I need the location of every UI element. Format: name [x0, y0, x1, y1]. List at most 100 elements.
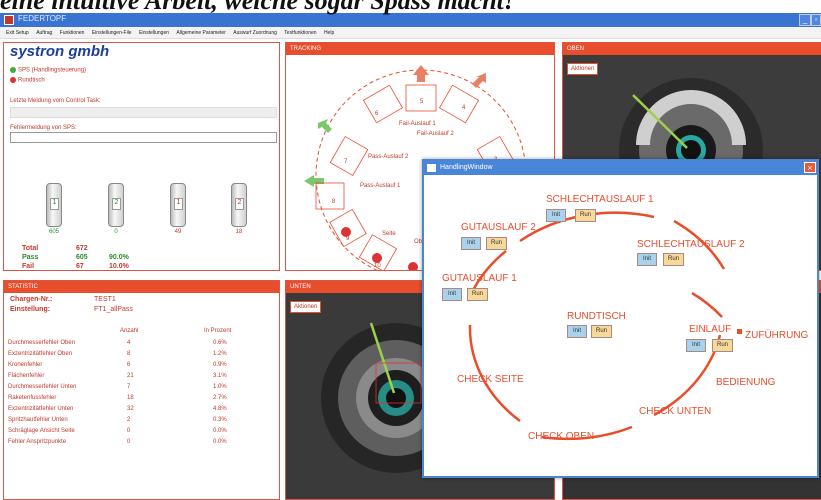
- menu-einstellungen-file[interactable]: Einstellungen-File: [92, 27, 132, 36]
- app-root: eine intuitive Arbeit, welche sogar Spas…: [0, 0, 821, 500]
- run-button[interactable]: Run: [663, 253, 684, 266]
- stat-row: Durchmesserfehler Oben 4 0.6%: [8, 340, 268, 350]
- label-rundtisch: RUNDTISCH: [567, 311, 626, 322]
- menu-exit-setup[interactable]: Exit Setup: [6, 27, 29, 36]
- init-button[interactable]: Init: [567, 325, 587, 338]
- counter-cylinder-1: 1: [46, 183, 62, 227]
- stat-row: Flächenfehler 21 3.1%: [8, 373, 268, 383]
- menu-help[interactable]: Help: [324, 27, 334, 36]
- menu-funktionen[interactable]: Funktionen: [60, 27, 85, 36]
- stat-row: Kronenfehler 6 0.9%: [8, 362, 268, 372]
- stat-row-pct: 0.0%: [213, 439, 227, 445]
- pass-percent: 90.0%: [109, 254, 129, 261]
- stat-row-pct: 0.0%: [213, 428, 227, 434]
- stat-row-name: Spritzhautfehler Unten: [8, 417, 68, 423]
- pass-label: Pass: [22, 254, 39, 261]
- stat-row-count: 2: [127, 417, 131, 423]
- fail-value: 67: [76, 263, 84, 270]
- slot-8: [315, 182, 345, 210]
- stat-row-count: 4: [127, 340, 131, 346]
- stat-row: Durchmesserfehler Unten 7 1.0%: [8, 384, 268, 394]
- stat-row-name: Flächenfehler: [8, 373, 45, 379]
- counter-cylinder-num: 1: [174, 198, 183, 210]
- caption-overlay: eine intuitive Arbeit, welche sogar Spas…: [0, 0, 515, 15]
- label-check-oben: CHECK OBEN: [528, 431, 595, 442]
- handling-window-title: HandlingWindow: [440, 164, 493, 171]
- slot-num: 10: [374, 263, 381, 269]
- init-button[interactable]: Init: [546, 209, 566, 222]
- unten-actions-button[interactable]: Aktionen: [290, 301, 322, 313]
- last-message-field: [10, 107, 277, 118]
- stat-row-pct: 0.9%: [213, 362, 227, 368]
- stat-row-pct: 1.0%: [213, 384, 227, 390]
- stat-row-count: 18: [127, 395, 134, 401]
- rundtisch-status-icon: [10, 77, 16, 83]
- menu-testfunktionen[interactable]: Testfunktionen: [284, 27, 316, 36]
- stat-row: Exzentrizitätfehler Unten 32 4.8%: [8, 406, 268, 416]
- check-icon: [341, 227, 351, 237]
- run-button[interactable]: Run: [486, 237, 507, 250]
- arrow-green-left-icon[interactable]: [304, 175, 324, 187]
- stat-row-count: 7: [127, 384, 131, 390]
- stat-row-count: 0: [127, 439, 131, 445]
- menu-einstellungen[interactable]: Einstellungen: [139, 27, 169, 36]
- oben-actions-button[interactable]: Aktionen: [567, 63, 599, 75]
- init-button[interactable]: Init: [637, 253, 657, 266]
- arrow-upright-icon[interactable]: [472, 73, 486, 88]
- menu-allgemeine-parameter[interactable]: Allgemeine Parameter: [176, 27, 225, 36]
- stat-row: Spritzhautfehler Unten 2 0.3%: [8, 417, 268, 427]
- stat-row-pct: 4.8%: [213, 406, 227, 412]
- stat-row: Schräglage Ansicht Seite 0 0.0%: [8, 428, 268, 438]
- label-einlauf: EINLAUF: [689, 324, 732, 335]
- stat-row-pct: 1.2%: [213, 351, 227, 357]
- slot-num: 7: [344, 159, 348, 165]
- init-button[interactable]: Init: [461, 237, 481, 250]
- sps-status: SPS (Handlingsteuerung): [10, 67, 86, 74]
- counter-cylinder-value: 18: [235, 229, 243, 235]
- minimize-button[interactable]: _: [799, 14, 811, 26]
- arrow-green-upleft-icon[interactable]: [318, 119, 332, 133]
- rundtisch-status-label: Rundtisch: [18, 77, 45, 84]
- menu-auftrag[interactable]: Auftrag: [36, 27, 52, 36]
- label-check-unten: CHECK UNTEN: [639, 406, 712, 417]
- stat-row-name: Schräglage Ansicht Seite: [8, 428, 75, 434]
- total-value: 672: [76, 245, 88, 252]
- stat-row-pct: 0.3%: [213, 417, 227, 423]
- sps-status-label: SPS (Handlingsteuerung): [18, 67, 87, 74]
- stat-row: Raketenfussfehler 18 2.7%: [8, 395, 268, 405]
- label-fail-auslauf-1: Fail-Auslauf 1: [399, 121, 436, 127]
- fail-label: Fail: [22, 263, 35, 270]
- run-button[interactable]: Run: [467, 288, 488, 301]
- charge-value: TEST1: [94, 296, 116, 303]
- run-button[interactable]: Run: [575, 209, 596, 222]
- counter-cylinder-value: 49: [174, 229, 182, 235]
- counter-cylinder-2: 2: [108, 183, 124, 227]
- close-icon[interactable]: ×: [804, 162, 816, 173]
- charge-label: Chargen-Nr.:: [10, 296, 53, 303]
- init-button[interactable]: Init: [442, 288, 462, 301]
- counter-cylinder-value: 605: [48, 229, 59, 235]
- slot-6: [362, 84, 404, 124]
- stat-row-pct: 0.6%: [213, 340, 227, 346]
- last-message-label: Letzte Meldung vom Control Task:: [10, 98, 101, 104]
- error-message-field[interactable]: [10, 132, 277, 143]
- statistic-header: STATISTIC: [4, 281, 279, 293]
- counter-cylinder-4: 2: [231, 183, 247, 227]
- label-pass-auslauf-2: Pass-Auslauf 2: [368, 154, 409, 160]
- run-button[interactable]: Run: [591, 325, 612, 338]
- menu-auswurf-zuordnung[interactable]: Auswurf Zuordnung: [233, 27, 277, 36]
- run-button[interactable]: Run: [712, 339, 733, 352]
- col-count-header: Anzahl: [120, 328, 139, 334]
- status-panel: systron gmbh SPS (Handlingsteuerung) Run…: [3, 42, 280, 271]
- counter-cylinder-num: 2: [235, 198, 244, 210]
- camera-oben-header: OBEN: [563, 43, 821, 55]
- check-icon: [372, 253, 382, 263]
- arrow-up-icon[interactable]: [413, 65, 429, 82]
- maximize-button[interactable]: ▫: [811, 14, 821, 26]
- stat-row-name: Fehler Anspritzpunkte: [8, 439, 67, 445]
- handling-window: HandlingWindow × SCHLECHTAUSLAUF 1 Init …: [422, 159, 819, 478]
- init-button[interactable]: Init: [686, 339, 706, 352]
- stat-row-pct: 3.1%: [213, 373, 227, 379]
- counter-cylinder-3: 1: [170, 183, 186, 227]
- error-message-label: Fehlermeldung von SPS:: [10, 125, 77, 131]
